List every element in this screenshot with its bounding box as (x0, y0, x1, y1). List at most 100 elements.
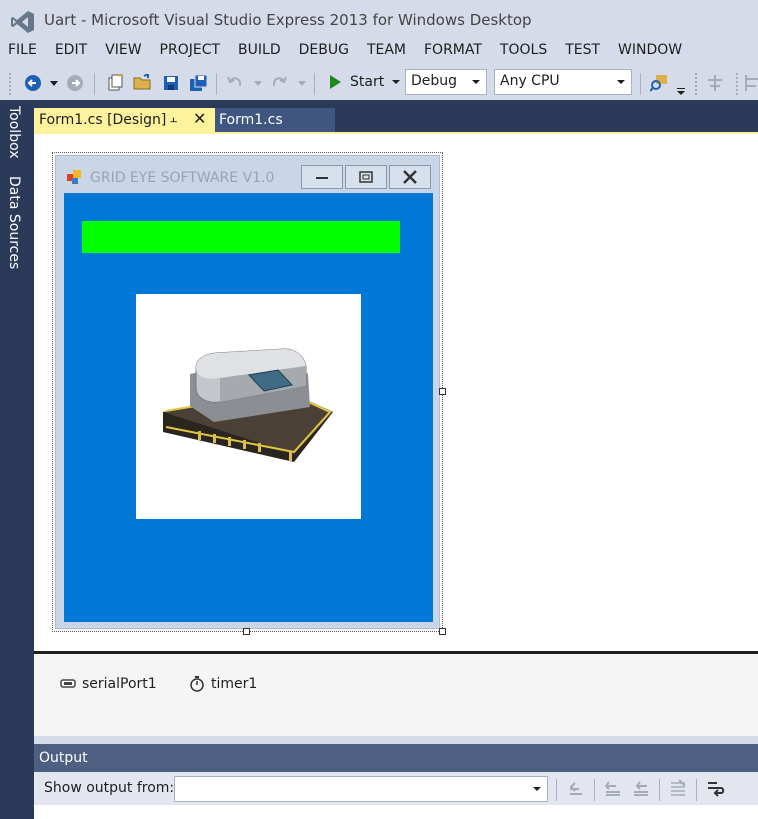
align-icon (708, 75, 722, 91)
menu-test[interactable]: TEST (557, 40, 610, 64)
menu-debug[interactable]: DEBUG (291, 40, 359, 64)
toolbar-grip[interactable] (735, 72, 739, 96)
solution-configuration-select[interactable]: Debug (405, 69, 487, 95)
resize-handle-right[interactable] (439, 388, 446, 395)
resize-handle-bottom-right[interactable] (439, 628, 446, 635)
tray-item-label: timer1 (211, 676, 258, 692)
save-all-button[interactable] (188, 73, 210, 93)
menu-build[interactable]: BUILD (230, 40, 291, 64)
toggle-word-wrap-button[interactable] (706, 778, 726, 798)
sensor-picture-box[interactable] (136, 294, 361, 519)
previous-message-icon (604, 781, 620, 796)
clear-all-button[interactable] (668, 778, 688, 798)
navigate-back-button[interactable] (22, 73, 44, 93)
toolbar-separator (94, 73, 95, 95)
chevron-down-icon (472, 80, 480, 84)
form-client-area[interactable] (64, 193, 433, 622)
menu-edit[interactable]: EDIT (47, 40, 97, 64)
play-icon (330, 75, 341, 89)
toolbar-grip[interactable] (694, 72, 698, 96)
menu-team[interactable]: TEAM (359, 40, 416, 64)
align-lefts-button[interactable] (744, 73, 758, 93)
find-message-icon (569, 782, 582, 795)
toolbar-grip[interactable] (8, 72, 12, 96)
output-title: Output (39, 750, 88, 766)
grid-eye-sensor-image (163, 348, 333, 462)
tab-form1-design[interactable]: Form1.cs [Design] ⫠ ✕ (34, 108, 215, 133)
data-sources-tab[interactable]: Data Sources (6, 176, 22, 269)
visual-studio-logo-icon (11, 11, 34, 33)
menu-project[interactable]: PROJECT (152, 40, 231, 64)
save-button[interactable] (160, 73, 182, 93)
chevron-down-icon (533, 787, 541, 791)
find-message-in-code-button[interactable] (566, 778, 586, 798)
close-button[interactable] (389, 165, 431, 189)
solution-platform-select[interactable]: Any CPU (494, 69, 632, 95)
form-designer-surface[interactable]: GRID EYE SOFTWARE V1.0 (34, 134, 758, 651)
open-file-button[interactable] (132, 73, 154, 93)
start-label: Start (350, 74, 385, 90)
platform-value: Any CPU (500, 73, 560, 89)
output-panel-header[interactable]: Output (34, 744, 758, 772)
back-arrow-icon (25, 75, 41, 91)
toolbar-options-button[interactable] (675, 82, 687, 102)
window-title: Uart - Microsoft Visual Studio Express 2… (44, 11, 532, 29)
chevron-down-icon (50, 80, 58, 86)
redo-button[interactable] (268, 73, 290, 93)
minimize-button[interactable] (301, 165, 343, 189)
find-in-files-button[interactable] (648, 73, 670, 93)
find-icon (650, 75, 667, 92)
undo-dropdown-button[interactable] (252, 73, 264, 93)
pin-icon[interactable]: ⫠ (170, 111, 177, 126)
close-icon[interactable]: ✕ (193, 109, 206, 128)
menu-format[interactable]: FORMAT (416, 40, 492, 64)
toolbar-separator (659, 779, 660, 801)
maximize-button[interactable] (345, 165, 387, 189)
form-title: GRID EYE SOFTWARE V1.0 (90, 170, 275, 186)
align-button[interactable] (704, 73, 726, 93)
configuration-value: Debug (411, 73, 458, 89)
side-dock: Toolbox Data Sources (0, 100, 34, 819)
output-text-area[interactable] (34, 805, 758, 819)
tab-form1-code[interactable]: Form1.cs (215, 108, 335, 133)
panel-gap (34, 736, 758, 744)
title-bar: Uart - Microsoft Visual Studio Express 2… (0, 0, 758, 42)
chevron-down-icon (254, 80, 262, 86)
form-window[interactable]: GRID EYE SOFTWARE V1.0 (55, 155, 440, 629)
redo-dropdown-button[interactable] (296, 73, 308, 93)
navigate-forward-button[interactable] (64, 73, 86, 93)
menu-tools[interactable]: TOOLS (492, 40, 557, 64)
toolbar-separator (696, 779, 697, 801)
menu-file[interactable]: FILE (0, 40, 47, 64)
new-project-button[interactable] (104, 73, 126, 93)
standard-toolbar: Start Debug Any CPU (0, 66, 758, 100)
toolbar-separator (556, 779, 557, 801)
clear-all-icon (671, 779, 686, 796)
toolbar-separator (640, 73, 641, 95)
component-tray: serialPort1 timer1 (34, 654, 758, 736)
toolbar-separator (216, 73, 217, 95)
save-icon (164, 76, 178, 90)
previous-message-button[interactable] (603, 778, 623, 798)
menu-bar: FILE EDIT VIEW PROJECT BUILD DEBUG TEAM … (0, 40, 758, 64)
forward-arrow-icon (67, 75, 83, 91)
redo-icon (272, 76, 287, 87)
next-message-button[interactable] (631, 778, 651, 798)
tray-item-timer[interactable]: timer1 (189, 676, 257, 692)
chevron-down-icon (677, 88, 685, 95)
back-dropdown-button[interactable] (48, 73, 60, 93)
tray-item-serialport[interactable]: serialPort1 (60, 676, 157, 692)
show-output-from-select[interactable] (174, 776, 548, 802)
resize-handle-bottom[interactable] (243, 628, 250, 635)
status-label-control[interactable] (82, 221, 400, 253)
toolbox-tab[interactable]: Toolbox (6, 106, 22, 159)
undo-button[interactable] (224, 73, 246, 93)
chevron-down-icon (617, 80, 625, 84)
tab-label: Form1.cs (219, 112, 283, 128)
menu-view[interactable]: VIEW (97, 40, 151, 64)
menu-window[interactable]: WINDOW (610, 40, 692, 64)
start-debugging-button[interactable]: Start (322, 71, 401, 93)
close-icon (403, 170, 417, 184)
save-all-icon (190, 74, 208, 91)
form-title-bar: GRID EYE SOFTWARE V1.0 (56, 156, 439, 192)
